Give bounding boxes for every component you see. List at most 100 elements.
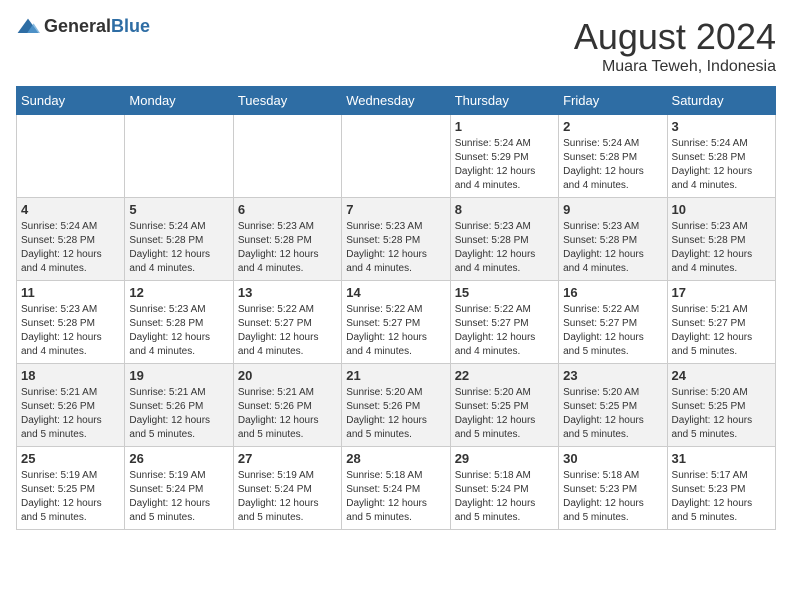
day-info: Sunrise: 5:23 AMSunset: 5:28 PMDaylight:… [129, 303, 228, 359]
day-info: Sunrise: 5:17 AMSunset: 5:23 PMDaylight:… [672, 469, 771, 525]
day-number: 2 [563, 119, 662, 134]
day-info: Sunrise: 5:19 AMSunset: 5:25 PMDaylight:… [21, 469, 120, 525]
logo-icon [16, 17, 40, 37]
day-info: Sunrise: 5:24 AMSunset: 5:28 PMDaylight:… [129, 220, 228, 276]
calendar-cell: 2Sunrise: 5:24 AMSunset: 5:28 PMDaylight… [559, 115, 667, 198]
calendar-cell: 26 Sunrise: 5:19 AMSunset: 5:24 PMDayligh… [125, 447, 233, 530]
day-number: 20 [238, 368, 337, 383]
calendar-cell: 11 Sunrise: 5:23 AMSunset: 5:28 PMDayligh… [17, 281, 125, 364]
day-info: Sunrise: 5:23 AMSunset: 5:28 PMDaylight:… [455, 220, 554, 276]
day-number: 27 [238, 451, 337, 466]
calendar-cell: 27 Sunrise: 5:19 AMSunset: 5:24 PMDayligh… [233, 447, 341, 530]
calendar-week-row: 11 Sunrise: 5:23 AMSunset: 5:28 PMDayligh… [17, 281, 776, 364]
day-number: 25 [21, 451, 120, 466]
day-info: Sunrise: 5:18 AMSunset: 5:24 PMDaylight:… [455, 469, 554, 525]
calendar-cell: 13Sunrise: 5:22 AMSunset: 5:27 PMDayligh… [233, 281, 341, 364]
calendar-cell: 14 Sunrise: 5:22 AMSunset: 5:27 PMDayligh… [342, 281, 450, 364]
day-number: 5 [129, 202, 228, 217]
calendar-cell: 7Sunrise: 5:23 AMSunset: 5:28 PMDaylight… [342, 198, 450, 281]
day-info: Sunrise: 5:20 AMSunset: 5:26 PMDaylight:… [346, 386, 445, 442]
day-number: 31 [672, 451, 771, 466]
day-number: 26 [129, 451, 228, 466]
calendar-cell: 29 Sunrise: 5:18 AMSunset: 5:24 PMDayligh… [450, 447, 558, 530]
calendar-cell [17, 115, 125, 198]
day-number: 15 [455, 285, 554, 300]
calendar-header-row: SundayMondayTuesdayWednesdayThursdayFrid… [17, 87, 776, 115]
day-header-monday: Monday [125, 87, 233, 115]
location-title: Muara Teweh, Indonesia [574, 58, 776, 76]
day-info: Sunrise: 5:23 AMSunset: 5:28 PMDaylight:… [672, 220, 771, 276]
day-number: 4 [21, 202, 120, 217]
day-number: 28 [346, 451, 445, 466]
day-header-tuesday: Tuesday [233, 87, 341, 115]
day-info: Sunrise: 5:21 AMSunset: 5:26 PMDaylight:… [238, 386, 337, 442]
calendar-cell [233, 115, 341, 198]
day-info: Sunrise: 5:19 AMSunset: 5:24 PMDaylight:… [238, 469, 337, 525]
logo: GeneralBlue [16, 16, 150, 37]
day-header-friday: Friday [559, 87, 667, 115]
day-info: Sunrise: 5:20 AMSunset: 5:25 PMDaylight:… [672, 386, 771, 442]
day-number: 8 [455, 202, 554, 217]
day-info: Sunrise: 5:18 AMSunset: 5:23 PMDaylight:… [563, 469, 662, 525]
day-info: Sunrise: 5:23 AMSunset: 5:28 PMDaylight:… [346, 220, 445, 276]
calendar-week-row: 1 Sunrise: 5:24 AMSunset: 5:29 PMDaylight… [17, 115, 776, 198]
day-number: 13 [238, 285, 337, 300]
day-number: 23 [563, 368, 662, 383]
calendar-cell: 1 Sunrise: 5:24 AMSunset: 5:29 PMDaylight… [450, 115, 558, 198]
calendar-week-row: 4 Sunrise: 5:24 AMSunset: 5:28 PMDaylight… [17, 198, 776, 281]
calendar-cell: 16 Sunrise: 5:22 AMSunset: 5:27 PMDayligh… [559, 281, 667, 364]
calendar-table: SundayMondayTuesdayWednesdayThursdayFrid… [16, 86, 776, 530]
calendar-cell: 31 Sunrise: 5:17 AMSunset: 5:23 PMDayligh… [667, 447, 775, 530]
day-number: 9 [563, 202, 662, 217]
day-info: Sunrise: 5:22 AMSunset: 5:27 PMDaylight:… [346, 303, 445, 359]
calendar-cell: 22 Sunrise: 5:20 AMSunset: 5:25 PMDayligh… [450, 364, 558, 447]
day-number: 14 [346, 285, 445, 300]
calendar-cell: 28 Sunrise: 5:18 AMSunset: 5:24 PMDayligh… [342, 447, 450, 530]
day-number: 16 [563, 285, 662, 300]
calendar-cell: 30 Sunrise: 5:18 AMSunset: 5:23 PMDayligh… [559, 447, 667, 530]
calendar-cell: 17 Sunrise: 5:21 AMSunset: 5:27 PMDayligh… [667, 281, 775, 364]
calendar-cell [125, 115, 233, 198]
calendar-cell [342, 115, 450, 198]
day-number: 17 [672, 285, 771, 300]
calendar-cell: 18 Sunrise: 5:21 AMSunset: 5:26 PMDayligh… [17, 364, 125, 447]
day-number: 10 [672, 202, 771, 217]
day-info: Sunrise: 5:24 AMSunset: 5:28 PMDaylight:… [21, 220, 120, 276]
page-header: GeneralBlue August 2024 Muara Teweh, Ind… [16, 16, 776, 76]
day-info: Sunrise: 5:18 AMSunset: 5:24 PMDaylight:… [346, 469, 445, 525]
day-number: 29 [455, 451, 554, 466]
day-header-wednesday: Wednesday [342, 87, 450, 115]
day-info: Sunrise: 5:21 AMSunset: 5:27 PMDaylight:… [672, 303, 771, 359]
day-info: Sunrise: 5:19 AMSunset: 5:24 PMDaylight:… [129, 469, 228, 525]
day-number: 22 [455, 368, 554, 383]
calendar-cell: 3Sunrise: 5:24 AMSunset: 5:28 PMDaylight… [667, 115, 775, 198]
calendar-cell: 9Sunrise: 5:23 AMSunset: 5:28 PMDaylight… [559, 198, 667, 281]
day-header-saturday: Saturday [667, 87, 775, 115]
calendar-cell: 19Sunrise: 5:21 AMSunset: 5:26 PMDayligh… [125, 364, 233, 447]
calendar-week-row: 18 Sunrise: 5:21 AMSunset: 5:26 PMDayligh… [17, 364, 776, 447]
day-info: Sunrise: 5:21 AMSunset: 5:26 PMDaylight:… [21, 386, 120, 442]
day-number: 30 [563, 451, 662, 466]
day-info: Sunrise: 5:20 AMSunset: 5:25 PMDaylight:… [455, 386, 554, 442]
day-info: Sunrise: 5:24 AMSunset: 5:29 PMDaylight:… [455, 137, 554, 193]
calendar-cell: 8 Sunrise: 5:23 AMSunset: 5:28 PMDaylight… [450, 198, 558, 281]
day-info: Sunrise: 5:23 AMSunset: 5:28 PMDaylight:… [21, 303, 120, 359]
month-title: August 2024 [574, 16, 776, 58]
day-number: 12 [129, 285, 228, 300]
day-info: Sunrise: 5:21 AMSunset: 5:26 PMDaylight:… [129, 386, 228, 442]
calendar-cell: 20 Sunrise: 5:21 AMSunset: 5:26 PMDayligh… [233, 364, 341, 447]
day-info: Sunrise: 5:23 AMSunset: 5:28 PMDaylight:… [238, 220, 337, 276]
title-area: August 2024 Muara Teweh, Indonesia [574, 16, 776, 76]
day-number: 1 [455, 119, 554, 134]
day-header-sunday: Sunday [17, 87, 125, 115]
calendar-cell: 4 Sunrise: 5:24 AMSunset: 5:28 PMDaylight… [17, 198, 125, 281]
day-number: 11 [21, 285, 120, 300]
calendar-cell: 12 Sunrise: 5:23 AMSunset: 5:28 PMDayligh… [125, 281, 233, 364]
day-number: 6 [238, 202, 337, 217]
calendar-cell: 24Sunrise: 5:20 AMSunset: 5:25 PMDayligh… [667, 364, 775, 447]
day-number: 18 [21, 368, 120, 383]
calendar-cell: 25 Sunrise: 5:19 AMSunset: 5:25 PMDayligh… [17, 447, 125, 530]
logo-general-text: GeneralBlue [44, 16, 150, 37]
day-info: Sunrise: 5:22 AMSunset: 5:27 PMDaylight:… [563, 303, 662, 359]
calendar-cell: 15Sunrise: 5:22 AMSunset: 5:27 PMDayligh… [450, 281, 558, 364]
